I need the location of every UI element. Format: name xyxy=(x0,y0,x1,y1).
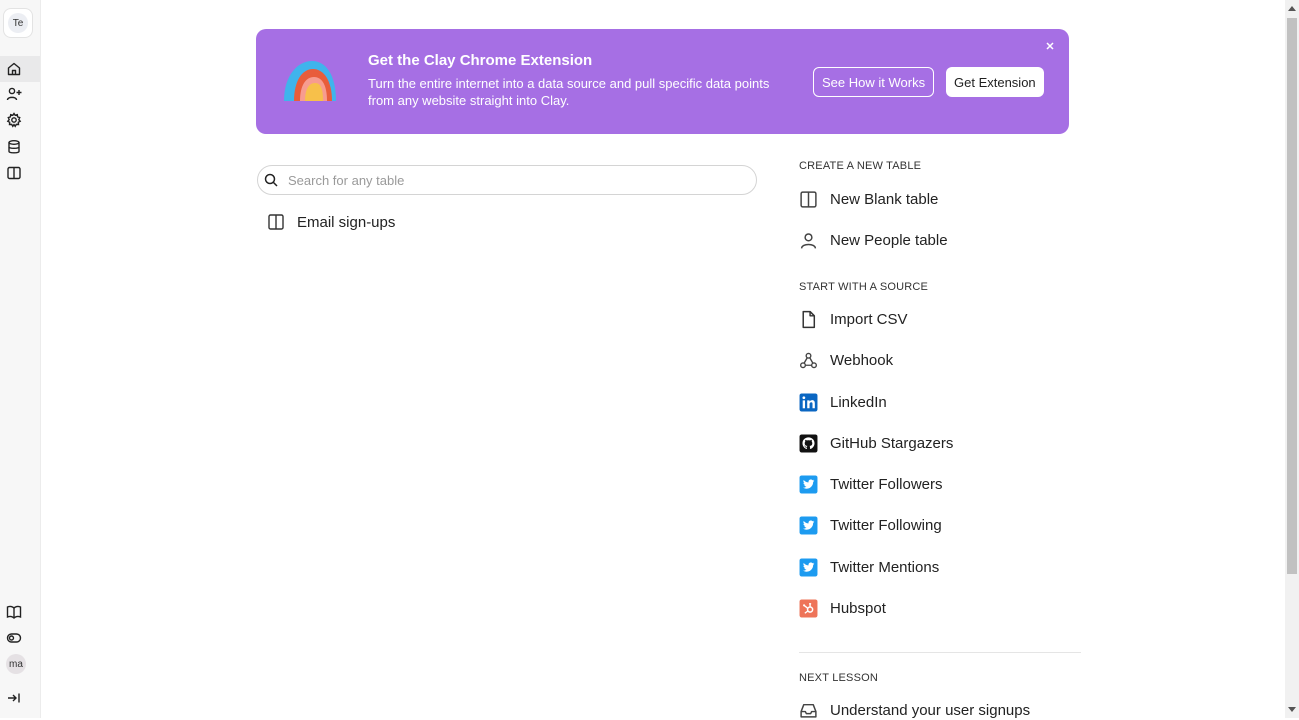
option-label: Twitter Following xyxy=(830,517,942,534)
sidebar: Te ma xyxy=(0,0,41,718)
twitter-mentions-option[interactable]: Twitter Mentions xyxy=(799,558,939,577)
scroll-thumb[interactable] xyxy=(1287,18,1297,574)
table-icon xyxy=(268,214,284,230)
option-label: Twitter Mentions xyxy=(830,559,940,576)
search-input[interactable] xyxy=(286,171,730,189)
hubspot-option[interactable]: Hubspot xyxy=(799,599,886,618)
chrome-extension-banner: Get the Clay Chrome Extension Turn the e… xyxy=(256,29,1069,134)
webhook-icon xyxy=(800,352,817,369)
sidebar-docs[interactable] xyxy=(0,599,40,625)
table-icon xyxy=(800,191,817,208)
twitter-icon xyxy=(799,516,818,535)
option-label: Understand your user signups xyxy=(830,702,1031,719)
webhook-option[interactable]: Webhook xyxy=(799,351,893,370)
twitter-following-option[interactable]: Twitter Following xyxy=(799,516,942,535)
expand-sidebar-icon xyxy=(8,693,20,703)
option-label: GitHub Stargazers xyxy=(830,435,954,452)
user-initials: ma xyxy=(9,658,23,670)
sidebar-settings[interactable] xyxy=(0,107,40,133)
book-open-icon xyxy=(7,166,21,180)
scroll-up-icon[interactable] xyxy=(1288,6,1296,11)
sidebar-data[interactable] xyxy=(0,134,40,160)
import-csv-option[interactable]: Import CSV xyxy=(799,310,908,329)
user-avatar[interactable]: ma xyxy=(6,654,26,674)
person-icon xyxy=(800,233,817,249)
home-icon xyxy=(7,62,21,76)
next-lesson-item[interactable]: Understand your user signups xyxy=(799,701,1030,720)
option-label: LinkedIn xyxy=(830,394,887,411)
sidebar-add-user[interactable] xyxy=(0,81,40,107)
github-stargazers-option[interactable]: GitHub Stargazers xyxy=(799,434,953,453)
workspace-switcher[interactable]: Te xyxy=(3,8,33,38)
option-label: Webhook xyxy=(830,352,894,369)
banner-title: Get the Clay Chrome Extension xyxy=(368,52,593,69)
banner-description: Turn the entire internet into a data sou… xyxy=(368,76,770,108)
option-label: New People table xyxy=(830,232,948,249)
section-divider xyxy=(799,652,1081,653)
inbox-icon xyxy=(800,703,817,718)
twitter-icon xyxy=(799,475,818,494)
workspace-initials: Te xyxy=(8,13,28,33)
hubspot-icon xyxy=(799,599,818,618)
add-user-icon xyxy=(6,87,22,101)
book-icon xyxy=(6,605,22,619)
source-heading: START WITH A SOURCE xyxy=(799,281,929,293)
linkedin-icon xyxy=(799,393,818,412)
scroll-down-icon[interactable] xyxy=(1288,707,1296,712)
new-blank-table-option[interactable]: New Blank table xyxy=(799,190,938,209)
option-label: Hubspot xyxy=(830,600,886,617)
twitter-followers-option[interactable]: Twitter Followers xyxy=(799,475,943,494)
file-icon xyxy=(802,310,816,329)
page-scrollbar[interactable] xyxy=(1285,0,1299,718)
sidebar-toggle[interactable] xyxy=(0,625,40,651)
option-label: New Blank table xyxy=(830,191,939,208)
clay-extension-logo xyxy=(284,61,336,101)
sidebar-tables[interactable] xyxy=(0,160,40,186)
search-icon xyxy=(264,173,278,187)
table-name: Email sign-ups xyxy=(297,213,396,231)
get-extension-button[interactable]: Get Extension xyxy=(946,67,1044,97)
create-table-heading: CREATE A NEW TABLE xyxy=(799,160,922,172)
new-people-table-option[interactable]: New People table xyxy=(799,231,948,250)
database-icon xyxy=(8,140,20,154)
twitter-icon xyxy=(799,558,818,577)
gear-icon xyxy=(6,112,22,128)
option-label: Twitter Followers xyxy=(830,476,943,493)
toggle-icon xyxy=(6,633,22,643)
see-how-it-works-button[interactable]: See How it Works xyxy=(813,67,935,97)
linkedin-option[interactable]: LinkedIn xyxy=(799,393,887,412)
option-label: Import CSV xyxy=(830,311,908,328)
sidebar-expand[interactable] xyxy=(0,685,40,711)
sidebar-home[interactable] xyxy=(0,56,40,82)
close-icon[interactable] xyxy=(1045,41,1055,51)
table-row[interactable]: Email sign-ups xyxy=(267,213,395,231)
table-search xyxy=(257,165,757,195)
github-icon xyxy=(799,434,818,453)
next-lesson-heading: NEXT LESSON xyxy=(799,672,879,684)
